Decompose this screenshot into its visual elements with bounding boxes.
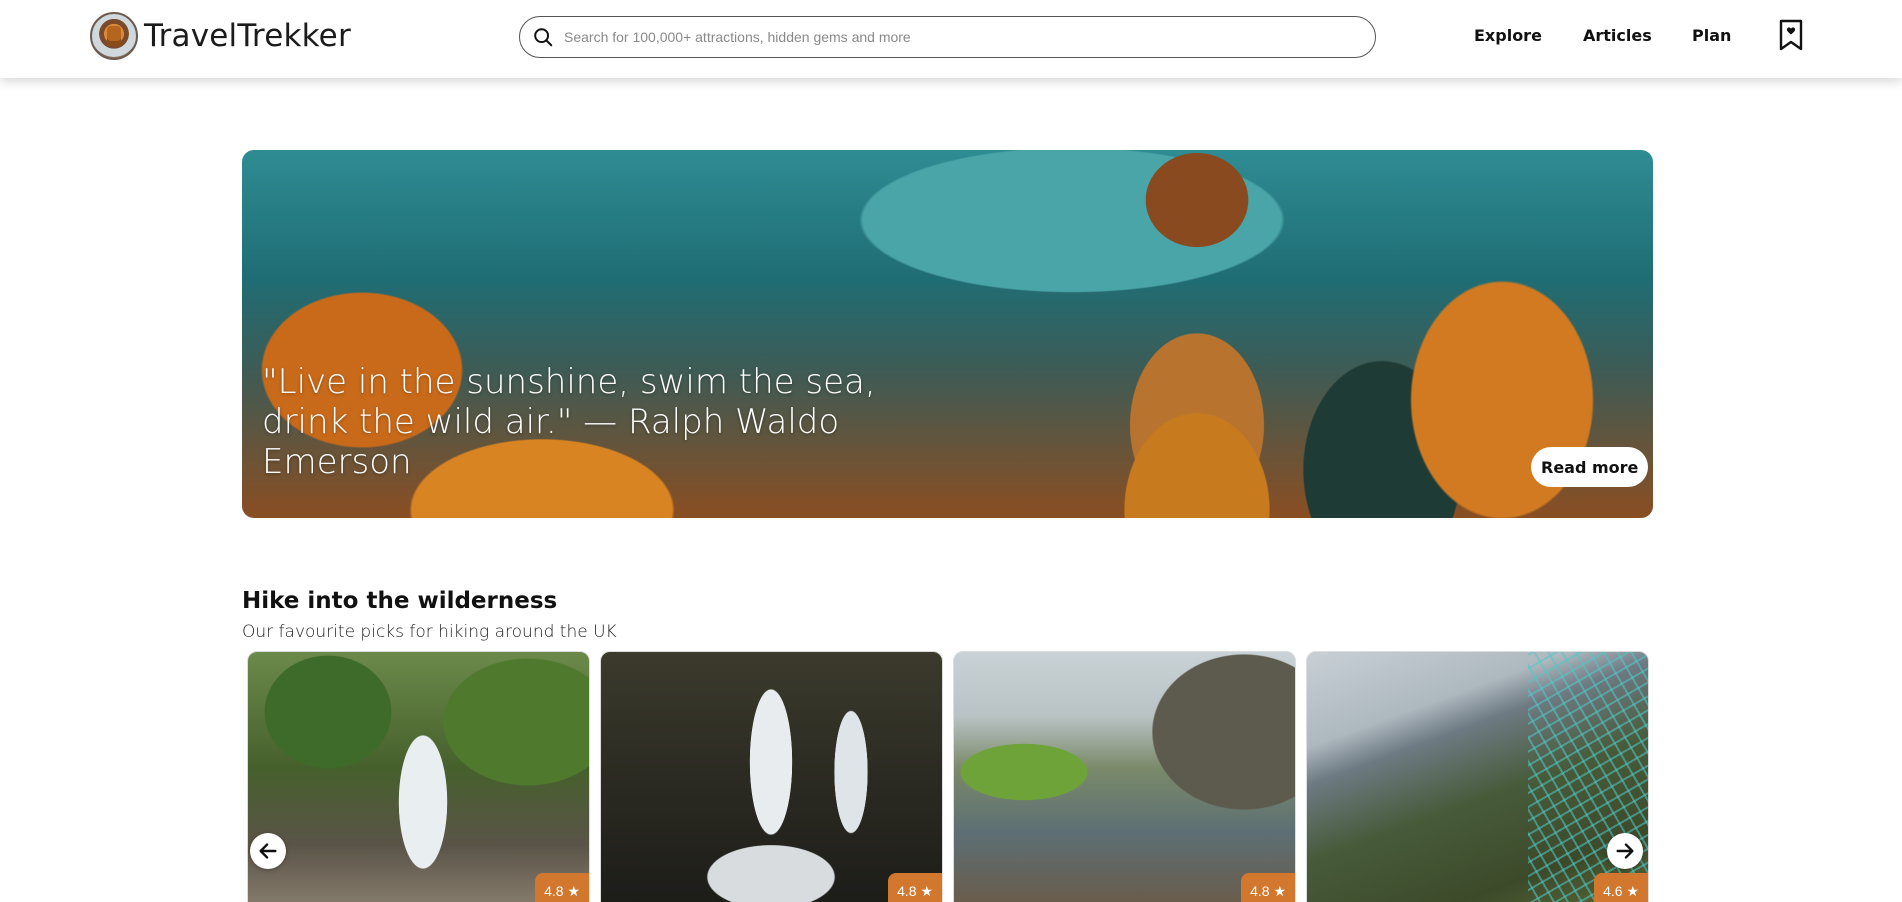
rating-badge: 4.6 ★ bbox=[1594, 873, 1648, 902]
nav-plan[interactable]: Plan bbox=[1692, 26, 1731, 45]
bookmark-heart-icon[interactable] bbox=[1778, 19, 1804, 51]
rating-badge: 4.8 ★ bbox=[535, 873, 589, 902]
hike-card[interactable]: 4.6 ★ bbox=[1306, 651, 1649, 902]
hike-card[interactable]: 4.8 ★ bbox=[953, 651, 1296, 902]
arrow-left-icon bbox=[259, 843, 277, 859]
nav-articles[interactable]: Articles bbox=[1583, 26, 1652, 45]
rating-badge: 4.8 ★ bbox=[888, 873, 942, 902]
search-icon bbox=[534, 28, 553, 47]
hero-quote: "Live in the sunshine, swim the sea, dri… bbox=[262, 362, 876, 482]
arrow-right-icon bbox=[1616, 843, 1634, 859]
hike-card[interactable]: 4.8 ★ bbox=[247, 651, 590, 902]
search-input[interactable] bbox=[564, 29, 1344, 45]
carousel-next-button[interactable] bbox=[1607, 833, 1643, 869]
rating-badge: 4.8 ★ bbox=[1241, 873, 1295, 902]
hero-banner: "Live in the sunshine, swim the sea, dri… bbox=[242, 150, 1653, 518]
hike-card[interactable]: 4.8 ★ bbox=[600, 651, 943, 902]
section-title: Hike into the wilderness bbox=[242, 588, 558, 614]
read-more-button[interactable]: Read more bbox=[1531, 447, 1649, 487]
search-bar[interactable] bbox=[519, 16, 1376, 58]
hiking-carousel: 4.8 ★ 4.8 ★ 4.8 ★ 4.6 ★ bbox=[247, 651, 1649, 902]
site-header: TravelTrekker Explore Articles Plan bbox=[0, 0, 1902, 78]
brand-name: TravelTrekker bbox=[144, 18, 351, 54]
backpack-logo-icon bbox=[90, 12, 138, 60]
section-subtitle: Our favourite picks for hiking around th… bbox=[242, 622, 617, 642]
brand-logo[interactable]: TravelTrekker bbox=[90, 12, 351, 60]
nav-explore[interactable]: Explore bbox=[1474, 26, 1542, 45]
carousel-prev-button[interactable] bbox=[250, 833, 286, 869]
